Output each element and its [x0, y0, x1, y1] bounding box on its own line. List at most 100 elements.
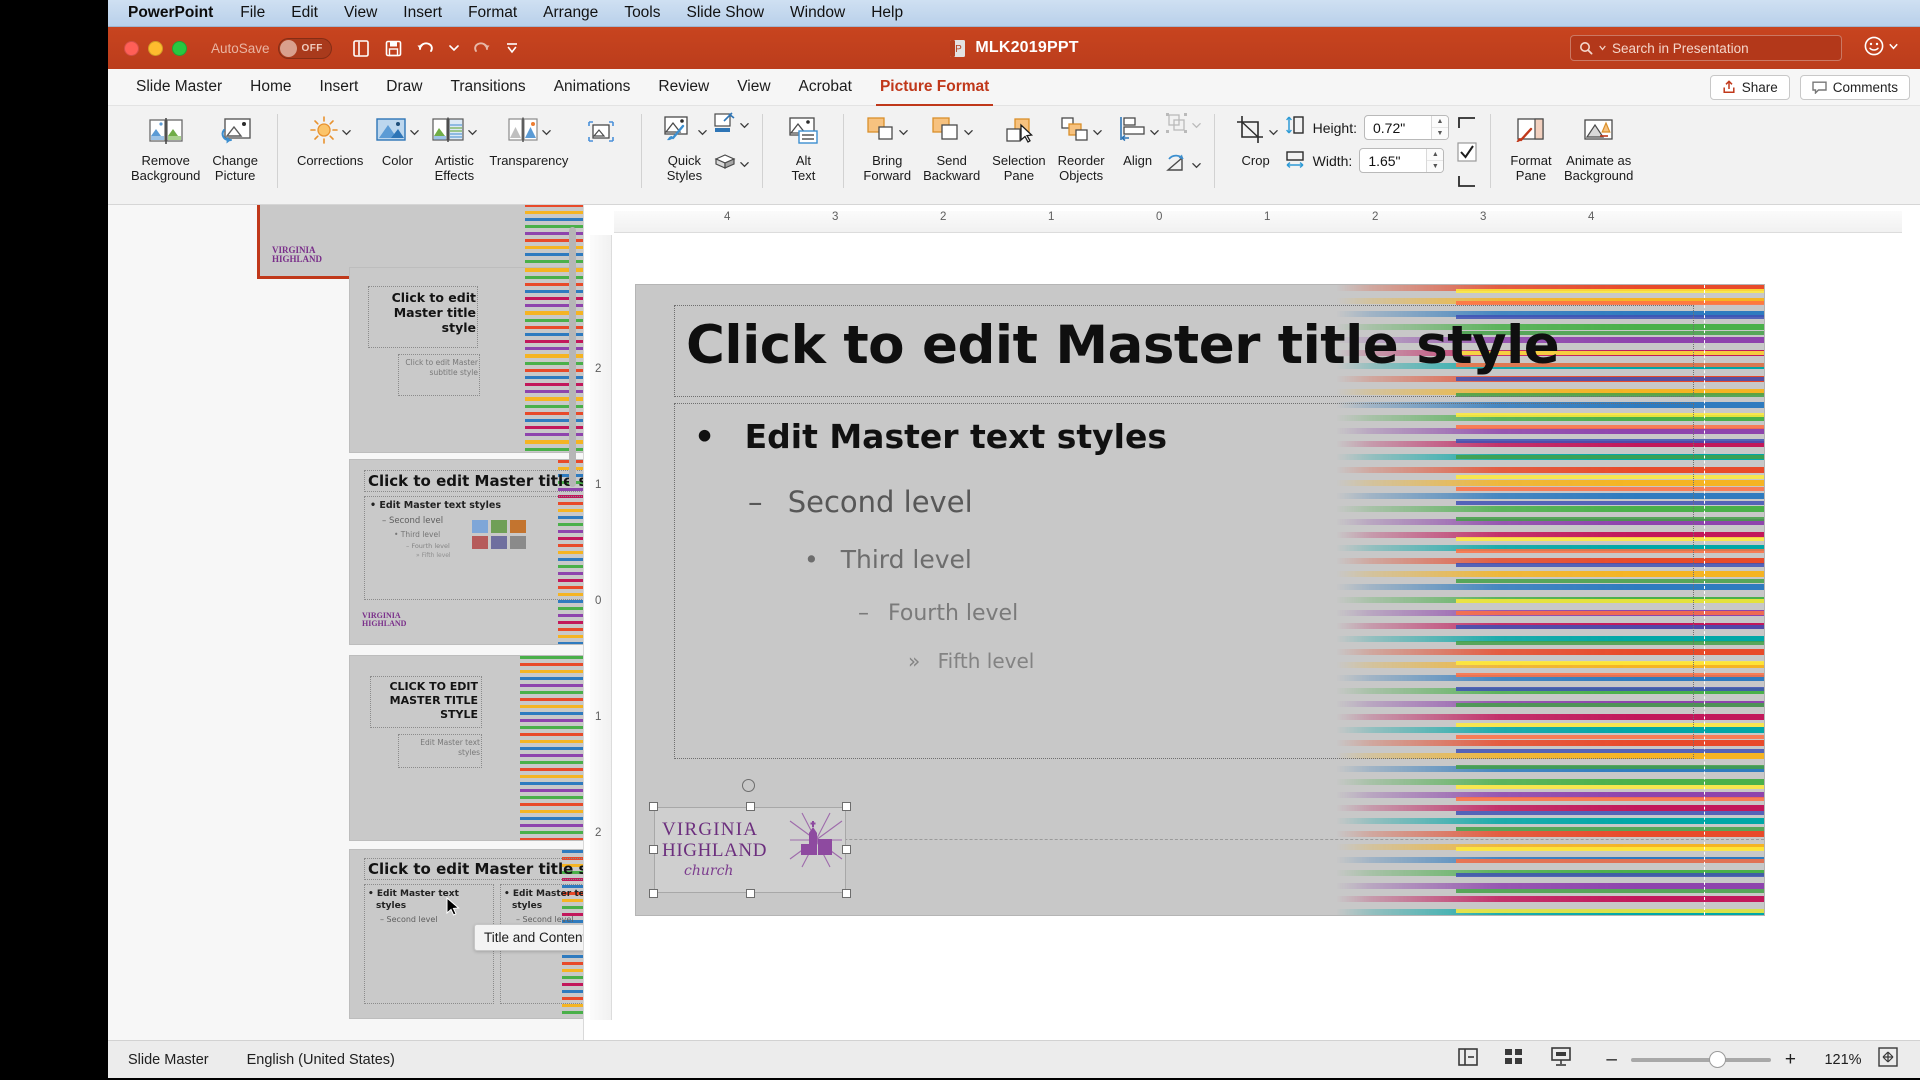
bring-forward-button[interactable]: Bring Forward: [857, 106, 917, 183]
width-stepper[interactable]: 1.65" ▲ ▼: [1359, 148, 1444, 173]
lock-aspect-checkbox[interactable]: [1457, 142, 1477, 167]
customize-toolbar-icon[interactable]: [504, 40, 520, 56]
resize-handle-ne[interactable]: [842, 802, 851, 811]
menu-item-slide-show[interactable]: Slide Show: [687, 4, 765, 22]
autosave-toggle[interactable]: AutoSave OFF: [211, 38, 332, 59]
resize-handle-e[interactable]: [842, 845, 851, 854]
undo-icon[interactable]: [416, 39, 436, 58]
tab-acrobat[interactable]: Acrobat: [785, 74, 866, 100]
remove-background-button[interactable]: Remove Background: [125, 106, 206, 183]
slide-level-2[interactable]: – Second level: [748, 485, 973, 519]
send-backward-button[interactable]: Send Backward: [917, 106, 986, 183]
thumbnail-slide-2[interactable]: Click to edit Master title style Click t…: [349, 267, 584, 453]
tab-slide-master[interactable]: Slide Master: [122, 74, 236, 100]
transparency-button[interactable]: Transparency: [483, 106, 574, 169]
zoom-slider-knob[interactable]: [1709, 1051, 1726, 1068]
tab-review[interactable]: Review: [644, 74, 723, 100]
rotate-handle[interactable]: [742, 779, 755, 792]
width-decrease-icon[interactable]: ▼: [1427, 160, 1443, 172]
width-increase-icon[interactable]: ▲: [1427, 149, 1443, 160]
redo-icon[interactable]: [471, 39, 491, 58]
height-increase-icon[interactable]: ▲: [1432, 116, 1448, 127]
search-input[interactable]: Search in Presentation: [1612, 41, 1749, 56]
menu-item-view[interactable]: View: [344, 4, 377, 22]
close-window-icon[interactable]: [124, 41, 139, 56]
slide-editor-canvas[interactable]: 4 3 2 1 0 1 2 3 4 2 1 0 1 2: [584, 205, 1920, 1040]
slide-master-canvas[interactable]: Click to edit Master title style • Edit …: [636, 285, 1764, 915]
height-decrease-icon[interactable]: ▼: [1432, 127, 1448, 139]
artistic-effects-button[interactable]: Artistic Effects: [425, 106, 483, 183]
feedback-button[interactable]: [1863, 35, 1898, 57]
fit-to-window-icon[interactable]: [1878, 1047, 1898, 1072]
autosave-switch[interactable]: OFF: [278, 38, 332, 59]
undo-dropdown-icon[interactable]: [449, 44, 458, 53]
maximize-window-icon[interactable]: [172, 41, 187, 56]
color-button[interactable]: Color: [369, 106, 425, 169]
comments-button[interactable]: Comments: [1800, 75, 1910, 100]
group-objects-button[interactable]: [1165, 112, 1201, 139]
format-pane-button[interactable]: Format Pane: [1504, 106, 1558, 183]
reorder-objects-button[interactable]: Reorder Objects: [1052, 106, 1111, 183]
menu-item-help[interactable]: Help: [871, 4, 903, 22]
alt-text-button[interactable]: Alt Text: [776, 106, 830, 183]
share-button[interactable]: Share: [1710, 75, 1790, 100]
slide-show-icon[interactable]: [1550, 1047, 1572, 1072]
corrections-button[interactable]: Corrections: [291, 106, 369, 169]
animate-as-background-button[interactable]: Animate as Background: [1558, 106, 1639, 183]
thumbnail-slide-4[interactable]: CLICK TO EDIT MASTER TITLE STYLE Edit Ma…: [349, 655, 584, 841]
align-button[interactable]: Align: [1111, 106, 1165, 169]
search-in-presentation[interactable]: Search in Presentation: [1570, 35, 1842, 61]
resize-handle-s[interactable]: [746, 889, 755, 898]
menu-item-window[interactable]: Window: [790, 4, 845, 22]
save-icon[interactable]: [384, 39, 403, 58]
status-view-name[interactable]: Slide Master: [128, 1052, 209, 1068]
resize-handle-w[interactable]: [649, 845, 658, 854]
menu-item-tools[interactable]: Tools: [624, 4, 660, 22]
resize-handle-sw[interactable]: [649, 889, 658, 898]
compress-pictures-button[interactable]: [574, 106, 628, 154]
new-slide-icon[interactable]: [352, 39, 371, 58]
quick-styles-button[interactable]: Quick Styles: [655, 106, 713, 183]
tab-transitions[interactable]: Transitions: [436, 74, 539, 100]
tab-insert[interactable]: Insert: [306, 74, 373, 100]
menu-item-arrange[interactable]: Arrange: [543, 4, 598, 22]
slide-level-1[interactable]: • Edit Master text styles: [694, 417, 1167, 456]
menu-item-insert[interactable]: Insert: [403, 4, 442, 22]
change-picture-button[interactable]: Change Picture: [206, 106, 264, 183]
slide-level-3[interactable]: • Third level: [804, 545, 972, 574]
menu-item-format[interactable]: Format: [468, 4, 517, 22]
selection-pane-button[interactable]: Selection Pane: [986, 106, 1051, 183]
picture-border-button[interactable]: [713, 112, 749, 139]
thumbnail-slide-3[interactable]: Click to edit Master title style • Edit …: [349, 459, 584, 645]
minimize-window-icon[interactable]: [148, 41, 163, 56]
height-input[interactable]: 0.72": [1365, 116, 1431, 139]
thumbnails-scrollbar[interactable]: [569, 227, 576, 487]
picture-effects-button[interactable]: [713, 153, 749, 176]
resize-handle-se[interactable]: [842, 889, 851, 898]
tab-view[interactable]: View: [723, 74, 784, 100]
slide-sorter-icon[interactable]: [1504, 1048, 1524, 1071]
body-placeholder-outline[interactable]: [674, 403, 1694, 759]
tab-animations[interactable]: Animations: [540, 74, 645, 100]
logo-selection[interactable]: VIRGINIA HIGHLAND church: [654, 807, 846, 893]
zoom-slider[interactable]: [1631, 1058, 1771, 1062]
menu-app-name[interactable]: PowerPoint: [128, 4, 213, 22]
tab-home[interactable]: Home: [236, 74, 305, 100]
zoom-in-button[interactable]: +: [1785, 1049, 1796, 1071]
width-input[interactable]: 1.65": [1360, 149, 1426, 172]
slide-level-5[interactable]: » Fifth level: [908, 649, 1034, 673]
normal-view-icon[interactable]: [1458, 1048, 1478, 1071]
menu-item-file[interactable]: File: [240, 4, 265, 22]
crop-button[interactable]: Crop: [1228, 106, 1284, 169]
zoom-out-button[interactable]: –: [1606, 1049, 1617, 1071]
resize-handle-n[interactable]: [746, 802, 755, 811]
menu-item-edit[interactable]: Edit: [291, 4, 318, 22]
tab-draw[interactable]: Draw: [372, 74, 436, 100]
slide-thumbnails-panel[interactable]: – Second level • Third level – Fourth le…: [108, 205, 584, 1040]
rotate-objects-button[interactable]: [1165, 153, 1201, 178]
status-language[interactable]: English (United States): [247, 1052, 395, 1068]
tab-picture-format[interactable]: Picture Format: [866, 74, 1003, 100]
slide-title-text[interactable]: Click to edit Master title style: [686, 315, 1686, 376]
height-stepper[interactable]: 0.72" ▲ ▼: [1364, 115, 1449, 140]
resize-handle-nw[interactable]: [649, 802, 658, 811]
